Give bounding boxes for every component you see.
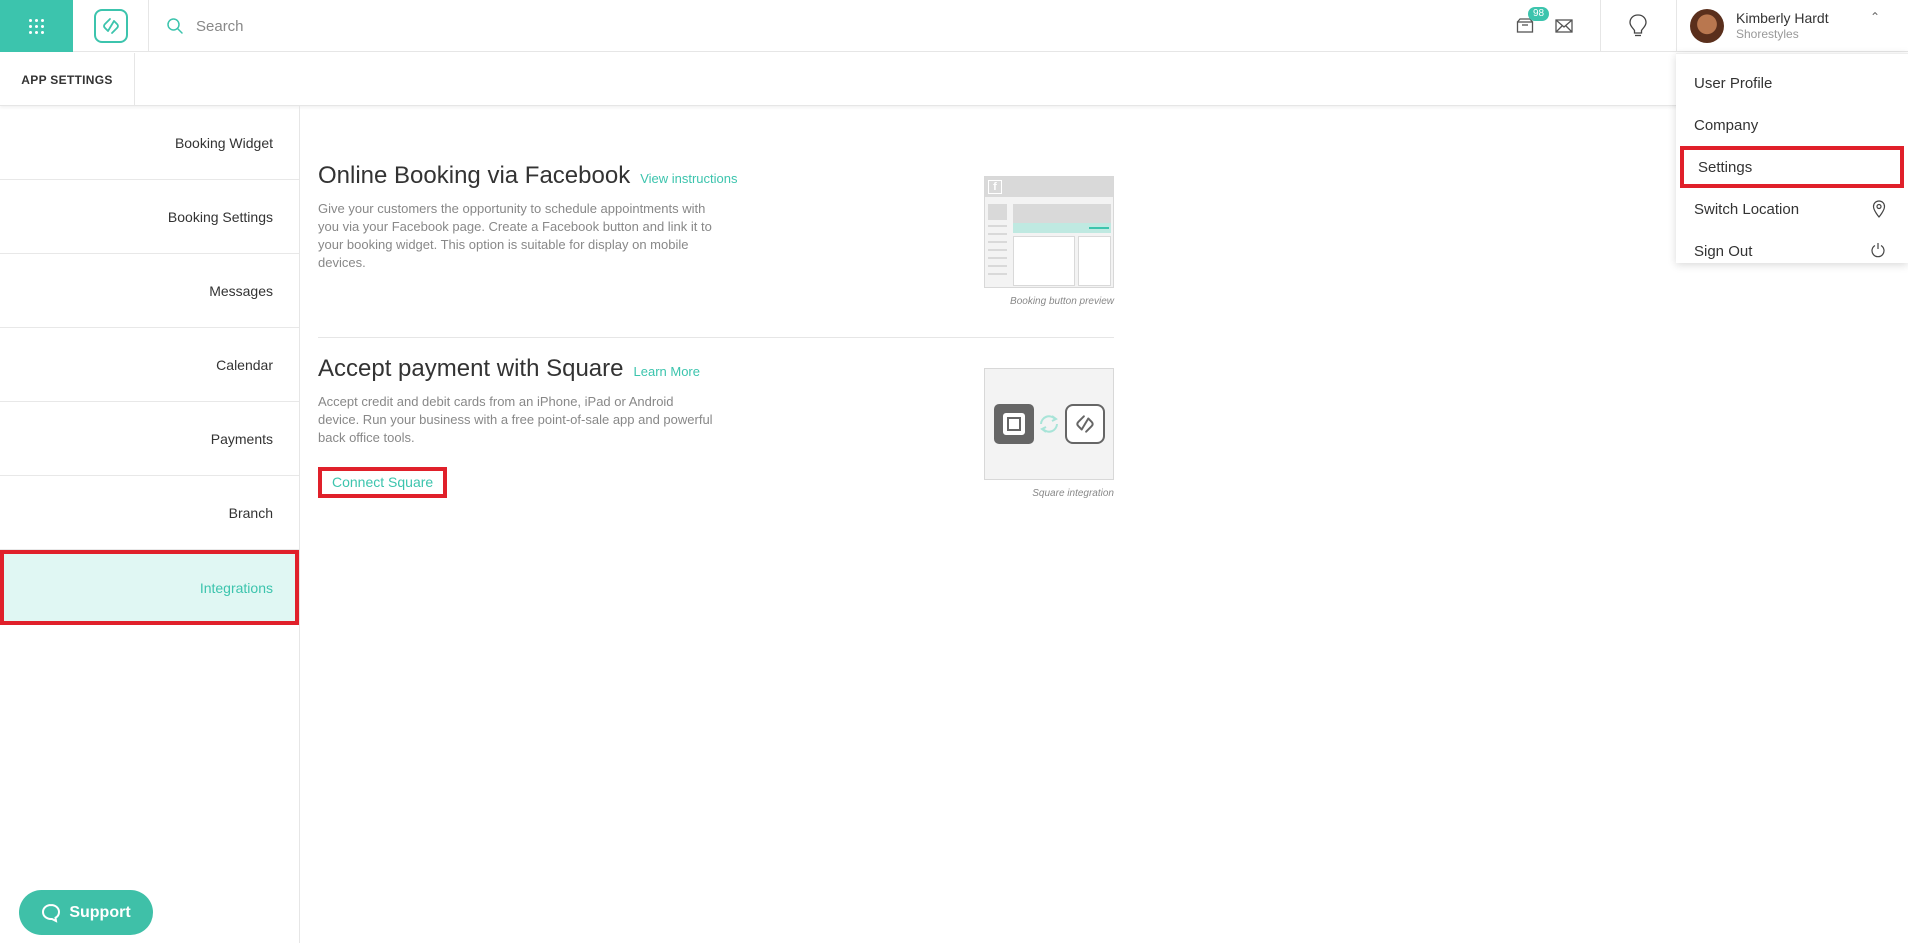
- preview-caption: Square integration: [1032, 488, 1114, 499]
- top-bar: 98 Kimberly Hardt Shorestyles ⌃: [0, 0, 1908, 52]
- square-payment-section: Accept payment with Square Learn More Ac…: [318, 355, 1114, 499]
- user-dropdown-menu: User Profile Company Settings Switch Loc…: [1676, 53, 1908, 263]
- menu-item-switch-location[interactable]: Switch Location: [1676, 188, 1908, 230]
- sync-icon: [1040, 415, 1058, 433]
- user-menu-toggle[interactable]: Kimberly Hardt Shorestyles ⌃: [1690, 0, 1908, 52]
- square-section-title: Accept payment with Square: [318, 355, 624, 382]
- lightbulb-icon: [1629, 14, 1647, 37]
- apps-menu-button[interactable]: [0, 0, 73, 52]
- sidebar-item-branch[interactable]: Branch: [0, 476, 299, 550]
- search-icon: [167, 18, 183, 34]
- menu-item-company[interactable]: Company: [1676, 104, 1908, 146]
- support-button[interactable]: Support: [19, 890, 153, 935]
- chevron-up-icon: ⌃: [1869, 10, 1880, 24]
- notifications-button[interactable]: 98: [1510, 0, 1550, 52]
- support-label: Support: [69, 903, 131, 921]
- apps-grid-icon: [29, 18, 44, 34]
- envelope-icon: [1555, 19, 1573, 33]
- notification-badge: 98: [1528, 7, 1550, 21]
- location-pin-icon: [1872, 200, 1886, 218]
- square-logo-icon: [994, 404, 1034, 444]
- section-divider: [318, 337, 1114, 338]
- divider: [1676, 0, 1677, 52]
- preview-image: f: [984, 176, 1114, 288]
- preview-caption: Booking button preview: [1010, 296, 1114, 307]
- app-logo-icon: [1065, 404, 1105, 444]
- sidebar-item-messages[interactable]: Messages: [0, 254, 299, 328]
- facebook-section-description: Give your customers the opportunity to s…: [318, 201, 712, 270]
- chat-bubble-icon: [42, 903, 61, 923]
- facebook-icon: f: [988, 180, 1002, 194]
- square-section-description: Accept credit and debit cards from an iP…: [318, 394, 713, 445]
- avatar: [1690, 9, 1724, 43]
- logo[interactable]: [73, 0, 149, 52]
- power-icon: [1871, 243, 1885, 258]
- ideas-button[interactable]: [1620, 0, 1656, 52]
- view-instructions-link[interactable]: View instructions: [640, 171, 737, 186]
- settings-sidebar: Booking Widget Booking Settings Messages…: [0, 106, 300, 943]
- logo-icon: [93, 9, 128, 43]
- sidebar-item-calendar[interactable]: Calendar: [0, 328, 299, 402]
- user-company: Shorestyles: [1736, 27, 1799, 41]
- facebook-section-title: Online Booking via Facebook: [318, 162, 631, 189]
- messages-button[interactable]: [1551, 0, 1577, 52]
- booking-button-preview: f Booking button preview: [984, 176, 1114, 307]
- sub-bar: APP SETTINGS: [0, 53, 1908, 106]
- menu-item-user-profile[interactable]: User Profile: [1676, 62, 1908, 104]
- menu-item-settings[interactable]: Settings: [1680, 146, 1904, 188]
- preview-image: [984, 368, 1114, 480]
- sidebar-item-booking-widget[interactable]: Booking Widget: [0, 106, 299, 180]
- search-input[interactable]: [196, 17, 796, 35]
- tab-app-settings[interactable]: APP SETTINGS: [0, 53, 135, 106]
- sidebar-item-integrations[interactable]: Integrations: [0, 550, 299, 625]
- menu-item-sign-out[interactable]: Sign Out: [1676, 230, 1908, 272]
- learn-more-link[interactable]: Learn More: [634, 364, 700, 379]
- divider: [1600, 0, 1601, 52]
- square-integration-preview: Square integration: [984, 368, 1114, 499]
- sidebar-item-booking-settings[interactable]: Booking Settings: [0, 180, 299, 254]
- user-name: Kimberly Hardt: [1736, 10, 1829, 26]
- connect-square-button[interactable]: Connect Square: [318, 467, 448, 498]
- search-bar: [166, 12, 796, 40]
- sidebar-item-payments[interactable]: Payments: [0, 402, 299, 476]
- facebook-booking-section: Online Booking via Facebook View instruc…: [318, 162, 1114, 307]
